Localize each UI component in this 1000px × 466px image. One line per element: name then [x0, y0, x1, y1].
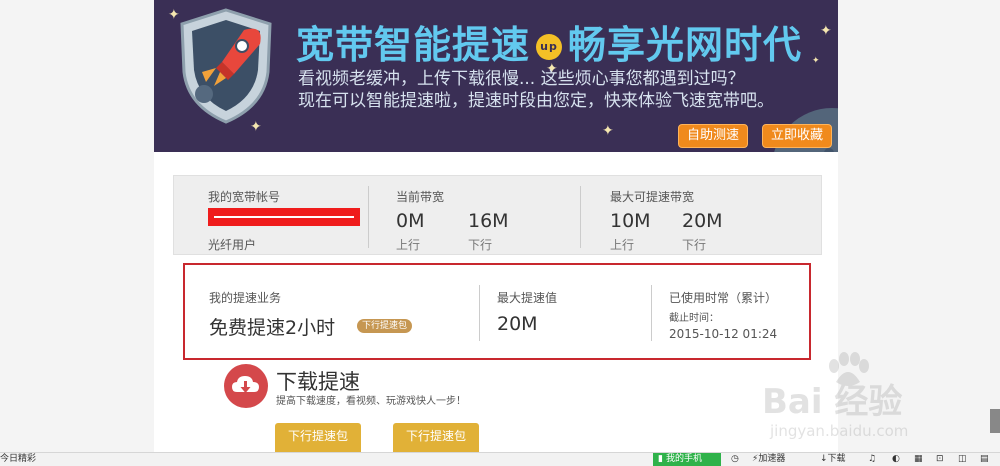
max-boost-value: 20M — [497, 313, 538, 335]
left-background — [0, 0, 154, 452]
taskbar-today-link[interactable]: 今日精彩 — [0, 454, 36, 465]
max-upload-label: 上行 — [610, 238, 635, 252]
max-bandwidth-label: 最大可提速带宽 — [610, 190, 695, 204]
taskbar-icon[interactable]: ⊡ — [936, 454, 944, 465]
divider — [479, 285, 480, 341]
max-download-value: 20M — [682, 210, 723, 232]
star-icon: ✦ — [820, 23, 832, 39]
speed-test-button[interactable]: 自助测速 — [678, 124, 749, 148]
current-upload-label: 上行 — [396, 238, 421, 252]
rocket-shield-icon — [180, 8, 272, 124]
taskbar-icon[interactable]: ♫ — [868, 454, 876, 465]
download-arrow-icon: ↓ — [820, 454, 828, 464]
deadline-label: 截止时间： — [669, 313, 719, 324]
taskbar-icon[interactable]: ◷ — [731, 454, 739, 465]
star-icon: ✦ — [602, 123, 614, 139]
speedup-service-panel: 我的提速业务 免费提速2小时 下行提速包 最大提速值 20M 已使用时常（累计）… — [183, 263, 811, 360]
max-upload-value: 10M — [610, 210, 651, 232]
up-arrow-icon: up — [536, 34, 563, 60]
banner-subtitle-2: 现在可以智能提速啦，提速时段由您定，快来体验飞速宽带吧。 — [298, 91, 774, 111]
current-upload-value: 0M — [396, 210, 425, 232]
my-phone-label: 我的手机 — [665, 454, 702, 464]
right-background — [838, 0, 1000, 452]
bookmark-button[interactable]: 立即收藏 — [762, 124, 833, 148]
current-download-label: 下行 — [468, 238, 493, 252]
max-download-label: 下行 — [682, 238, 707, 252]
taskbar-icon[interactable]: ▤ — [980, 454, 989, 465]
my-phone-button[interactable]: ▮ 我的手机 — [653, 453, 721, 466]
download-package-button-2[interactable]: 下行提速包 — [393, 423, 479, 453]
taskbar-icon[interactable]: ◐ — [892, 454, 900, 465]
divider — [580, 186, 581, 248]
promo-banner: ✦ ✦ ✦ ✦ ✦ ✦ 宽带智能提速 up 畅享光网时代 看视频老缓冲，上传下载很慢… — [154, 0, 838, 152]
account-info-panel: 我的宽带帐号 光纤用户 当前带宽 0M 上行 16M 下行 最大可提速带宽 10… — [173, 175, 822, 255]
divider — [368, 186, 369, 248]
account-label: 我的宽带帐号 — [208, 190, 281, 204]
service-value: 免费提速2小时 — [209, 317, 336, 339]
status-taskbar: 今日精彩 ▮ 我的手机 ◷ ⚡加速器 ↓下载 ♫ ◐ ▦ ⊡ ◫ ▤ — [0, 452, 1000, 466]
cloud-download-icon — [224, 364, 268, 408]
phone-icon: ▮ — [658, 454, 663, 464]
taskbar-icon[interactable]: ▦ — [914, 454, 923, 465]
banner-title: 宽带智能提速 up 畅享光网时代 — [296, 23, 803, 67]
scroll-handle[interactable] — [990, 409, 1000, 433]
account-number-redacted — [208, 208, 360, 226]
page-content: ✦ ✦ ✦ ✦ ✦ ✦ 宽带智能提速 up 畅享光网时代 看视频老缓冲，上传下载很慢… — [154, 0, 838, 453]
taskbar-icon[interactable]: ◫ — [958, 454, 967, 465]
used-time-label: 已使用时常（累计） — [669, 291, 778, 305]
star-icon: ✦ — [812, 56, 820, 66]
service-label: 我的提速业务 — [209, 291, 282, 305]
current-bandwidth-label: 当前带宽 — [396, 190, 445, 204]
service-tag-badge: 下行提速包 — [357, 319, 413, 333]
download-speedup-subtitle: 提高下载速度，看视频、玩游戏快人一步！ — [276, 396, 466, 407]
deadline-value: 2015-10-12 01:24 — [669, 327, 778, 341]
user-type: 光纤用户 — [208, 238, 257, 252]
max-boost-label: 最大提速值 — [497, 291, 558, 305]
download-button[interactable]: ↓下载 — [820, 454, 846, 465]
divider — [651, 285, 652, 341]
download-package-button-1[interactable]: 下行提速包 — [275, 423, 361, 453]
accelerator-button[interactable]: ⚡加速器 — [752, 454, 785, 465]
current-download-value: 16M — [468, 210, 509, 232]
